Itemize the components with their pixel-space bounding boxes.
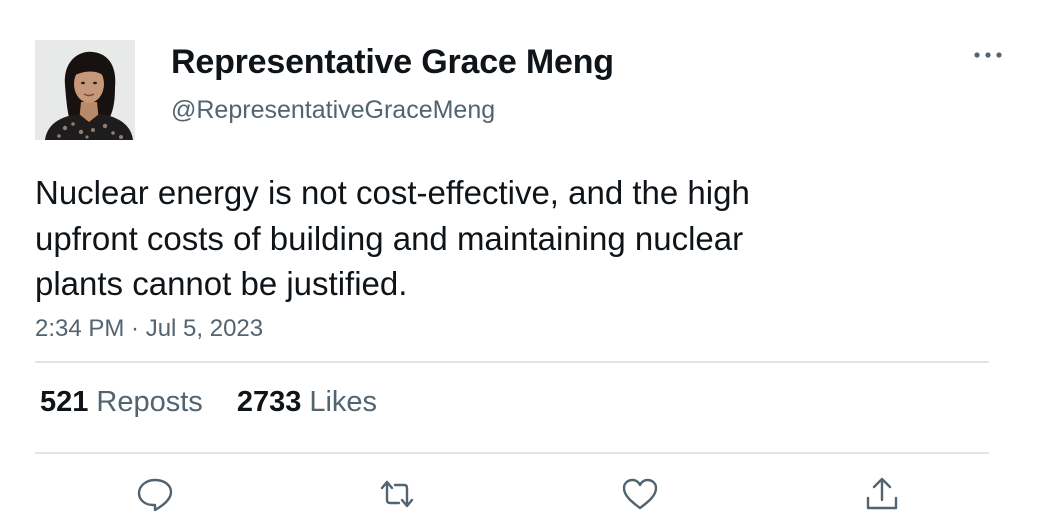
display-name[interactable]: Representative Grace Meng <box>171 43 614 82</box>
like-button[interactable] <box>620 474 660 514</box>
repost-button[interactable] <box>377 474 417 514</box>
engagement-stats: 521 Reposts 2733 Likes <box>40 386 403 419</box>
likes-label: Likes <box>309 386 378 418</box>
likes-stat[interactable]: 2733 Likes <box>237 386 377 419</box>
tweet-text: Nuclear energy is not cost-effective, an… <box>35 174 750 302</box>
more-options-button[interactable] <box>968 40 1008 70</box>
reply-button[interactable] <box>135 474 175 514</box>
reposts-count: 521 <box>40 386 89 418</box>
likes-count: 2733 <box>236 386 302 418</box>
reply-icon <box>137 478 173 512</box>
share-button[interactable] <box>862 474 902 514</box>
user-handle[interactable]: @RepresentativeGraceMeng <box>171 96 495 125</box>
tweet-card: Representative Grace Meng @Representativ… <box>0 0 1050 525</box>
divider <box>35 452 989 454</box>
more-horizontal-icon <box>974 52 1002 58</box>
like-icon <box>622 478 658 510</box>
profile-photo-icon <box>35 40 135 140</box>
avatar[interactable] <box>35 40 135 140</box>
reposts-stat[interactable]: 521 Reposts <box>40 386 203 419</box>
repost-icon <box>380 480 414 508</box>
share-icon <box>866 477 898 510</box>
tweet-timestamp[interactable]: 2:34 PM · Jul 5, 2023 <box>35 315 263 343</box>
divider <box>35 361 989 363</box>
reposts-label: Reposts <box>96 386 203 418</box>
